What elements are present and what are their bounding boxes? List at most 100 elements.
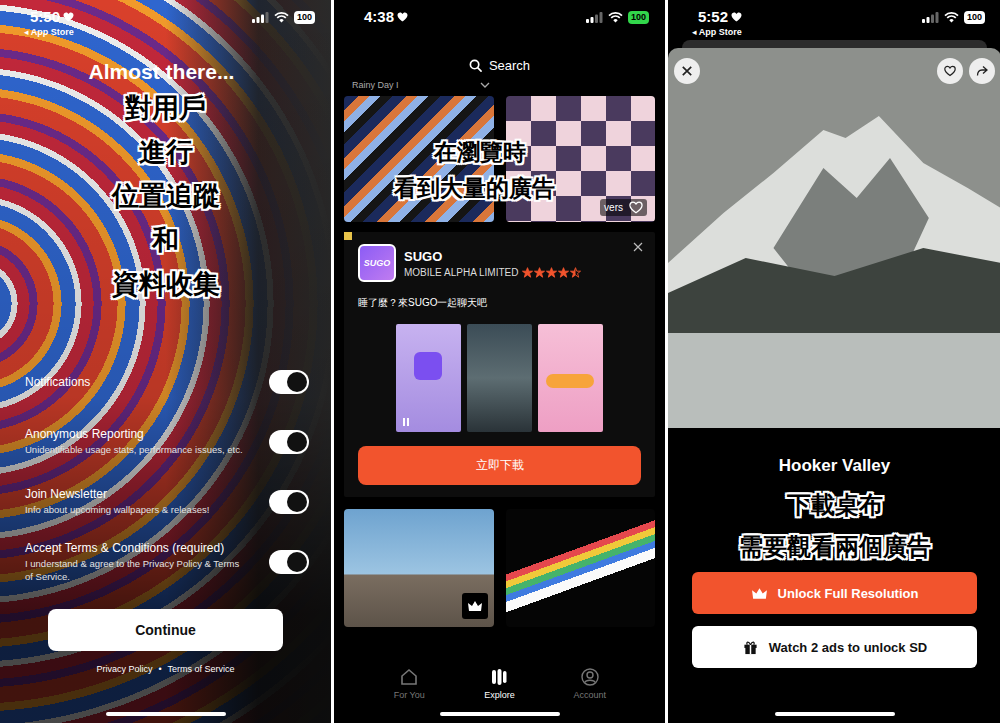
wallpaper-grid	[334, 509, 665, 627]
star-icon	[534, 267, 545, 278]
thumbnail-meta: vers	[600, 199, 647, 216]
caption-overlay: 下載桌布需要觀看兩個廣告	[668, 484, 1000, 568]
setting-label: Join Newsletter	[25, 487, 257, 501]
unlock-button[interactable]: Watch 2 ads to unlock SD	[692, 626, 977, 668]
caption-line: 位置追蹤	[112, 174, 220, 218]
setting-description: Unidentifiable usage stats, performance …	[25, 444, 245, 456]
home-indicator	[440, 712, 560, 716]
phone-mockup	[414, 352, 442, 380]
ad-screenshots	[358, 324, 641, 432]
thumbnail-label: vers	[604, 202, 623, 213]
tab-item[interactable]: Account	[565, 667, 615, 700]
toggle-knob	[287, 492, 307, 512]
heart-icon	[63, 12, 74, 22]
ad-app-name: SUGO	[404, 249, 581, 264]
caption-line: 和	[152, 218, 179, 262]
toggle-switch[interactable]	[269, 490, 309, 514]
tab-label: For You	[394, 690, 425, 700]
star-rating	[522, 267, 581, 278]
star-icon	[522, 267, 533, 278]
toggle-switch[interactable]	[269, 550, 309, 574]
wallpaper-thumbnail[interactable]: vers	[506, 96, 656, 222]
toggle-switch[interactable]	[269, 430, 309, 454]
close-button[interactable]	[674, 58, 700, 84]
ad-screenshot	[467, 324, 532, 432]
home-icon	[399, 667, 419, 687]
status-bar: 5:50◂ App Store100	[0, 0, 331, 38]
unlock-button[interactable]: Unlock Full Resolution	[692, 572, 977, 614]
caption-line: 看到大量的廣告	[394, 170, 555, 206]
heart-icon[interactable]	[629, 201, 643, 214]
caption-line: 進行	[139, 130, 193, 174]
app-icon: SUGO	[358, 244, 396, 282]
setting-row: Notifications	[25, 359, 309, 405]
battery-indicator: 100	[628, 11, 649, 24]
sheet-background	[682, 40, 987, 48]
footer-link[interactable]: Terms of Service	[168, 664, 235, 674]
back-link[interactable]: ◂ App Store	[24, 27, 74, 37]
toggle-knob	[287, 432, 307, 452]
ad-card[interactable]: SUGO SUGO MOBILE ALPHA LIMITED 睡了麼？來SUGO一起聊…	[344, 232, 655, 497]
wallpaper-thumbnail[interactable]	[344, 509, 494, 627]
unlock-actions: Unlock Full Resolution Watch 2 ads to unl…	[668, 572, 1000, 668]
unlock-button-label: Watch 2 ads to unlock SD	[769, 640, 927, 655]
footer-link[interactable]: Privacy Policy	[96, 664, 152, 674]
continue-button[interactable]: Continue	[48, 609, 283, 651]
setting-row: Accept Terms & Conditions (required)I un…	[25, 539, 309, 585]
tab-label: Account	[574, 690, 607, 700]
home-indicator	[775, 712, 895, 716]
ad-publisher: MOBILE ALPHA LIMITED	[404, 267, 518, 278]
setting-label: Anonymous Reporting	[25, 427, 257, 441]
signal-icon	[586, 12, 603, 23]
star-icon	[546, 267, 557, 278]
caption-line: 資料收集	[112, 262, 220, 306]
caption-line: 下載桌布	[787, 484, 883, 526]
star-icon	[558, 267, 569, 278]
tab-label: Explore	[484, 690, 515, 700]
crown-icon	[751, 586, 768, 601]
search-placeholder: Search	[489, 58, 530, 73]
footer-links: Privacy Policy • Terms of Service	[0, 664, 331, 674]
wifi-icon	[944, 12, 959, 23]
caption-line: 在瀏覽時	[434, 134, 526, 170]
back-link[interactable]: ◂ App Store	[692, 27, 742, 37]
search-bar[interactable]: Search	[334, 52, 665, 78]
ad-marker	[344, 232, 352, 240]
heart-icon	[397, 12, 408, 22]
tab-bar: For You Explore Account	[334, 655, 665, 700]
favorite-button[interactable]	[937, 58, 963, 84]
wallpaper-grid: vers 在瀏覽時看到大量的廣告	[334, 96, 665, 222]
setting-label: Notifications	[25, 375, 257, 389]
tab-item[interactable]: For You	[384, 667, 434, 700]
tab-item[interactable]: Explore	[474, 667, 524, 700]
pill-graphic	[546, 374, 594, 388]
close-icon[interactable]	[633, 242, 643, 252]
toggle-switch[interactable]	[269, 370, 309, 394]
status-time: 5:50	[30, 8, 60, 25]
explore-screen: 4:38 100 Search Rainy Day I vers 在瀏覽時看到大量的廣告 S…	[334, 0, 665, 723]
wallpaper-thumbnail[interactable]	[506, 509, 656, 627]
status-time: 4:38	[364, 8, 394, 25]
wallpaper-title: Hooker Valley	[668, 456, 1000, 476]
share-button[interactable]	[969, 58, 995, 84]
home-indicator	[106, 712, 226, 716]
toggle-knob	[287, 552, 307, 572]
share-icon	[976, 65, 988, 77]
ad-download-button[interactable]: 立即下載	[358, 446, 641, 485]
caption-overlay: 對用戶進行位置追蹤和資料收集	[0, 86, 331, 306]
footer-separator: •	[158, 664, 161, 674]
crown-icon	[467, 599, 483, 613]
ad-tagline: 睡了麼？來SUGO一起聊天吧	[358, 296, 641, 310]
star-icon	[570, 267, 581, 278]
pause-icon[interactable]	[401, 417, 411, 427]
toggle-knob	[287, 372, 307, 392]
close-icon	[681, 65, 693, 77]
setting-description: Info about upcoming wallpapers & release…	[25, 504, 245, 516]
collection-header[interactable]: Rainy Day I	[334, 78, 490, 92]
caption-line: 對用戶	[125, 86, 206, 130]
wallpaper-detail-screen: 5:52◂ App Store100Hooker Valley下載桌布需要觀看兩…	[668, 0, 1000, 723]
status-time: 5:52	[698, 8, 728, 25]
chevron-down-icon	[480, 82, 490, 88]
account-icon	[580, 667, 600, 687]
mountain-photo	[668, 48, 1000, 428]
